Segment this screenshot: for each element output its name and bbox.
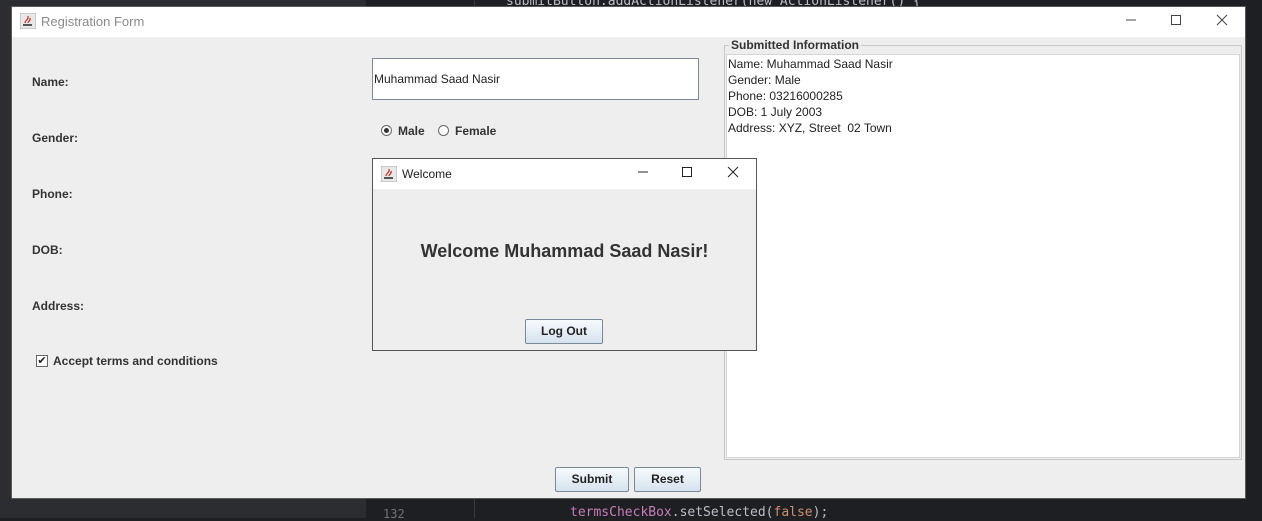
gender-label: Gender: xyxy=(32,131,79,145)
submit-button[interactable]: Submit xyxy=(555,467,629,492)
submitted-info-title: Submitted Information xyxy=(729,38,861,52)
submitted-info-textarea[interactable]: Name: Muhammad Saad Nasir Gender: Male P… xyxy=(726,54,1240,458)
terms-label[interactable]: Accept terms and conditions xyxy=(53,354,218,368)
close-icon xyxy=(1216,13,1228,30)
window-title: Registration Form xyxy=(41,14,145,29)
minimize-icon xyxy=(637,165,649,182)
check-icon: ✔ xyxy=(37,355,47,367)
gender-male-label[interactable]: Male xyxy=(398,124,425,138)
minimize-button[interactable] xyxy=(1108,7,1154,37)
dob-label: DOB: xyxy=(32,243,63,257)
minimize-icon xyxy=(1125,13,1137,30)
name-input[interactable] xyxy=(372,58,699,100)
dialog-titlebar[interactable]: Welcome xyxy=(373,159,756,189)
dialog-minimize-button[interactable] xyxy=(621,159,665,189)
gender-female-radio[interactable] xyxy=(438,125,449,136)
java-app-icon xyxy=(381,166,397,182)
java-app-icon xyxy=(20,13,36,29)
dialog-title: Welcome xyxy=(402,167,452,181)
welcome-dialog: Welcome Welcome Muhammad Saad Nasir! Log… xyxy=(372,158,757,351)
name-label: Name: xyxy=(32,75,69,89)
info-line-gender: Gender: Male xyxy=(728,73,801,87)
maximize-button[interactable] xyxy=(1153,7,1199,37)
info-line-dob: DOB: 1 July 2003 xyxy=(728,105,823,119)
info-line-address: Address: XYZ, Street 02 Town xyxy=(728,121,892,135)
maximize-icon xyxy=(1170,13,1182,30)
ide-line-number: 132 xyxy=(383,507,405,521)
phone-label: Phone: xyxy=(32,187,73,201)
info-line-name: Name: Muhammad Saad Nasir xyxy=(728,57,893,71)
info-line-phone: Phone: 03216000285 xyxy=(728,89,843,103)
maximize-icon xyxy=(681,165,693,182)
reset-button[interactable]: Reset xyxy=(634,467,701,492)
window-titlebar[interactable]: Registration Form xyxy=(12,7,1245,37)
terms-checkbox[interactable]: ✔ xyxy=(36,355,48,367)
dialog-close-button[interactable] xyxy=(711,159,755,189)
welcome-message: Welcome Muhammad Saad Nasir! xyxy=(420,241,709,261)
address-label: Address: xyxy=(32,299,85,313)
close-button[interactable] xyxy=(1199,7,1245,37)
gender-male-radio[interactable] xyxy=(381,125,392,136)
gender-female-label[interactable]: Female xyxy=(455,124,496,138)
logout-button[interactable]: Log Out xyxy=(525,319,603,344)
close-icon xyxy=(727,165,739,182)
dialog-maximize-button[interactable] xyxy=(665,159,709,189)
